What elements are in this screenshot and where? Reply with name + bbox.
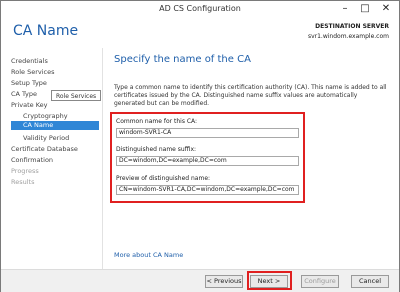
dn-preview-label: Preview of distinguished name: (116, 175, 211, 182)
nav-divider (102, 48, 103, 270)
nav-item-ca-type[interactable]: CA Type (11, 90, 37, 98)
nav-item-validity-period[interactable]: Validity Period (23, 134, 69, 142)
nav-item-confirmation[interactable]: Confirmation (11, 156, 53, 164)
nav-item-setup-type[interactable]: Setup Type (11, 79, 47, 87)
nav-item-cryptography[interactable]: Cryptography (23, 112, 68, 120)
dn-suffix-input[interactable]: DC=windom,DC=example,DC=com (116, 156, 299, 166)
more-about-ca-name-link[interactable]: More about CA Name (114, 251, 183, 259)
nav-item-results: Results (11, 178, 35, 186)
title-bar: AD CS Configuration – □ ✕ (1, 1, 399, 18)
next-button-highlight (247, 271, 292, 290)
ca-name-fields-group: Common name for this CA: windom-SVR1-CA … (110, 112, 305, 203)
page-header: CA Name DESTINATION SERVER svr1.windom.e… (1, 18, 399, 46)
maximize-icon[interactable]: □ (356, 1, 374, 16)
close-icon[interactable]: ✕ (374, 1, 398, 16)
page-title: CA Name (13, 23, 79, 39)
previous-button[interactable]: < Previous (205, 275, 243, 288)
nav-item-credentials[interactable]: Credentials (11, 57, 48, 65)
dn-suffix-label: Distinguished name suffix: (116, 146, 197, 153)
cancel-button[interactable]: Cancel (351, 275, 389, 288)
destination-server-label: DESTINATION SERVER (315, 23, 389, 30)
description-text: Type a common name to identify this cert… (114, 84, 387, 107)
configure-button: Configure (301, 275, 339, 288)
common-name-input[interactable]: windom-SVR1-CA (116, 128, 299, 138)
destination-server-value: svr1.windom.example.com (307, 33, 389, 40)
nav-item-ca-name[interactable]: CA Name (11, 121, 99, 130)
nav-item-progress: Progress (11, 167, 39, 175)
role-services-tooltip: Role Services (51, 90, 102, 101)
wizard-footer: < Previous Next > Configure Cancel (1, 269, 399, 292)
minimize-icon[interactable]: – (336, 1, 354, 16)
dn-preview-field: CN=windom-SVR1-CA,DC=windom,DC=example,D… (116, 185, 299, 195)
nav-item-certificate-database[interactable]: Certificate Database (11, 145, 78, 153)
nav-item-private-key[interactable]: Private Key (11, 101, 48, 109)
nav-item-role-services[interactable]: Role Services (11, 68, 54, 76)
section-heading: Specify the name of the CA (114, 54, 251, 65)
common-name-label: Common name for this CA: (116, 118, 198, 125)
ad-cs-configuration-window: AD CS Configuration – □ ✕ CA Name DESTIN… (0, 0, 400, 292)
